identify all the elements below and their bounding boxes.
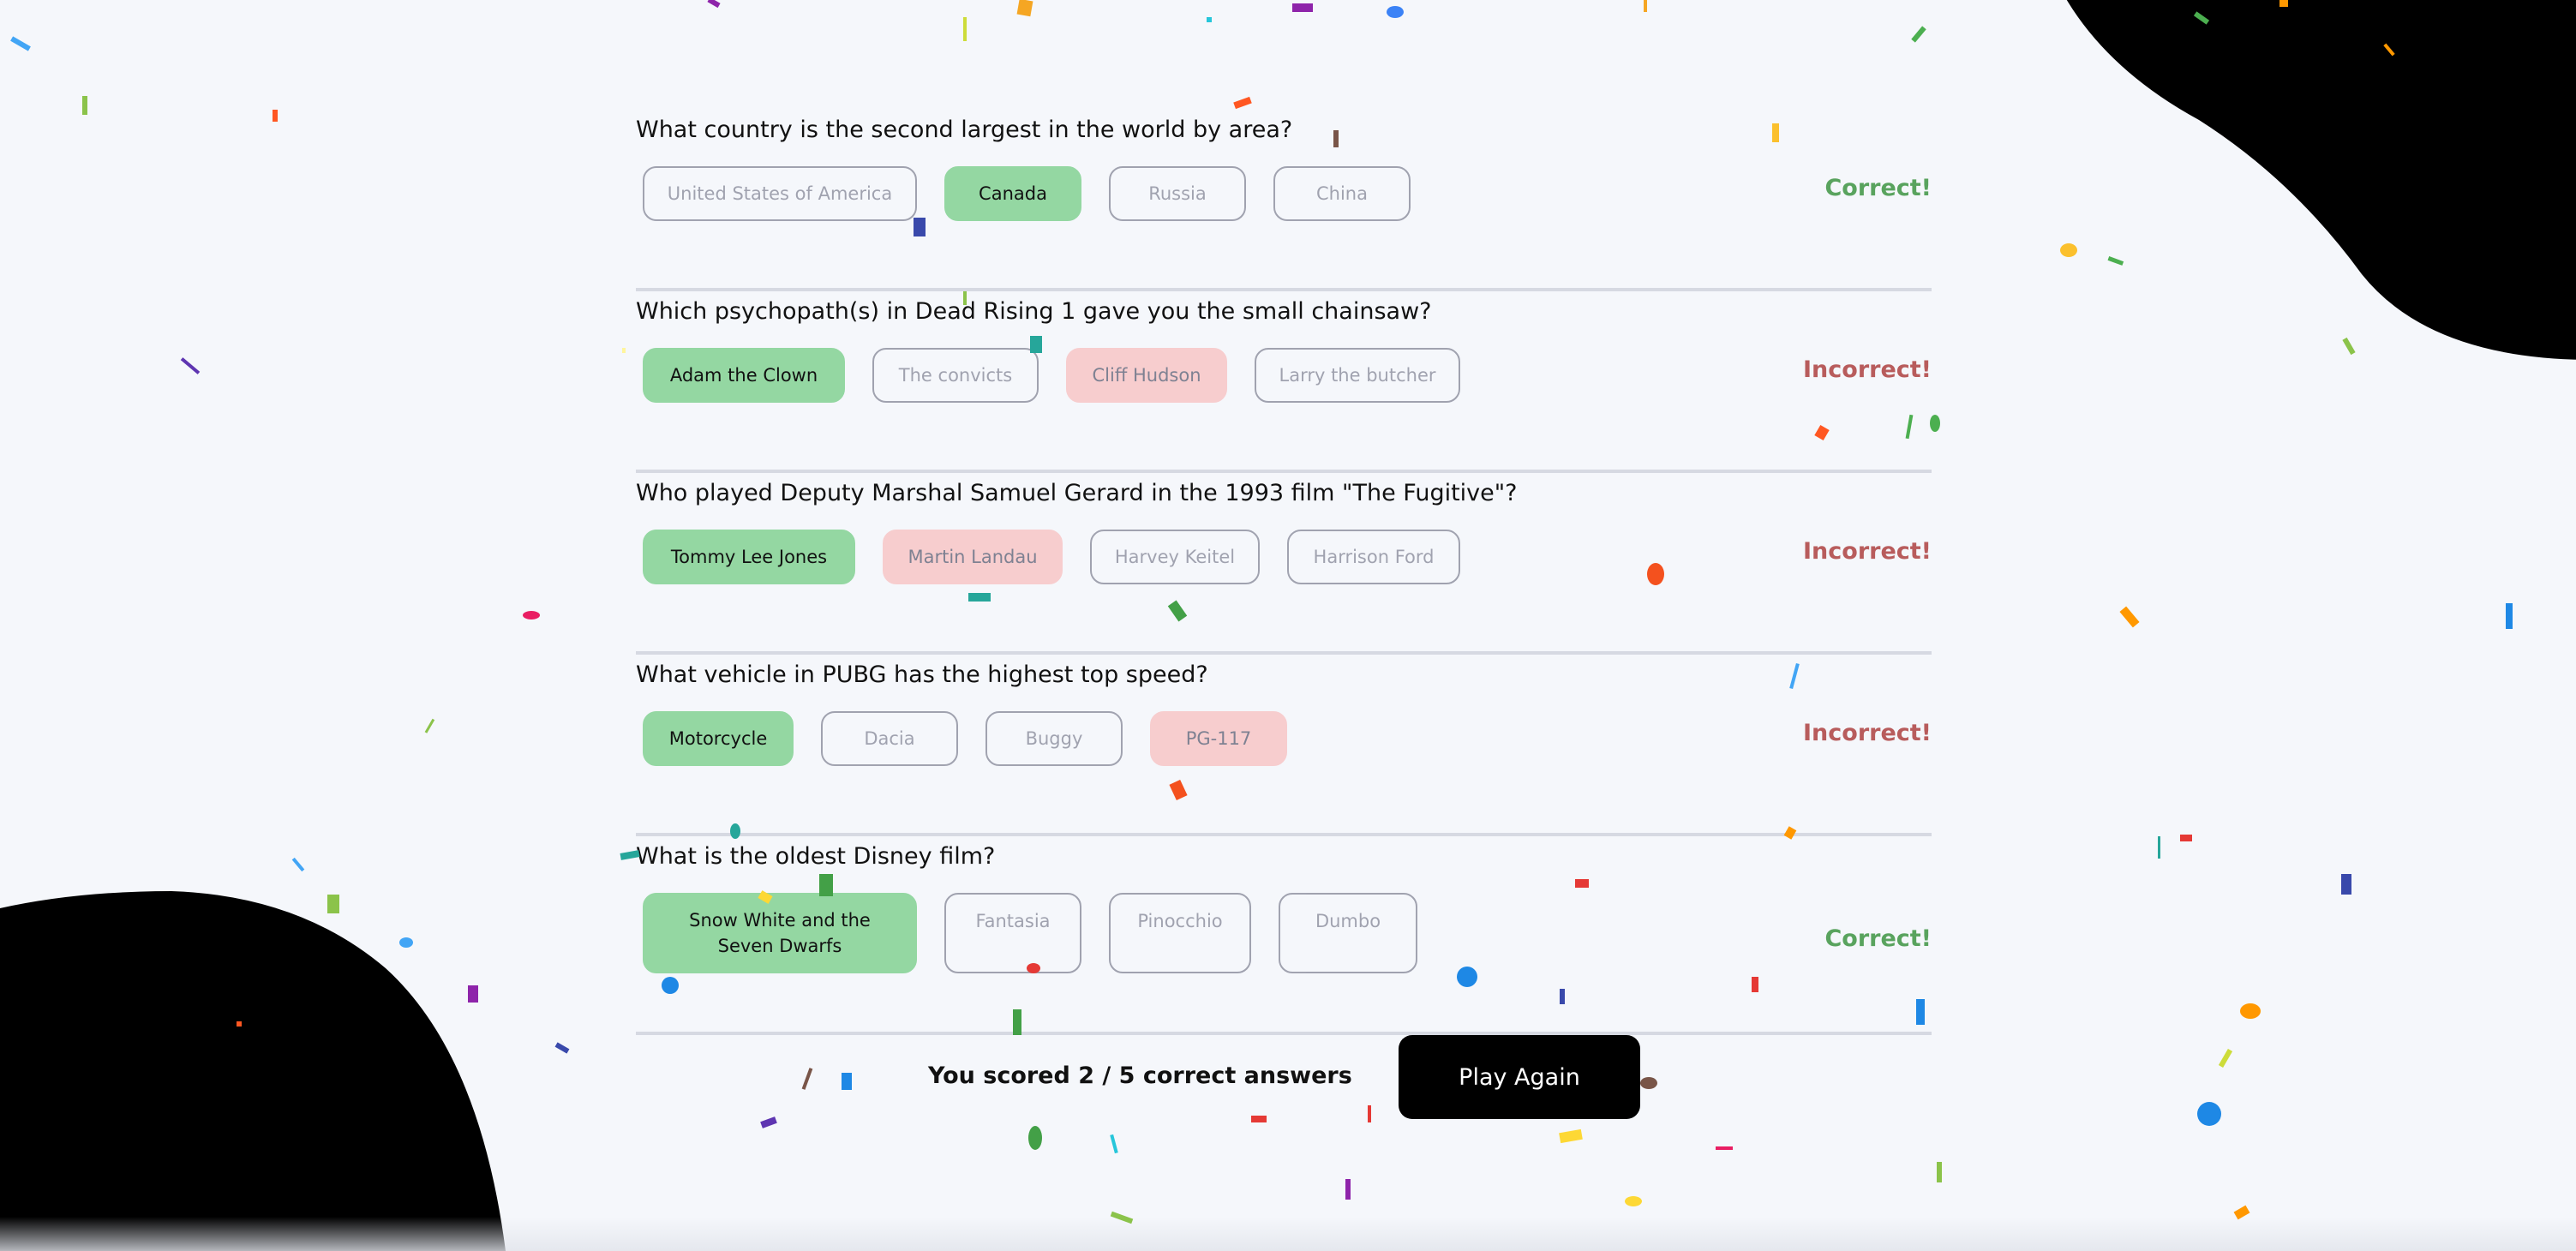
answer-option[interactable]: Pinocchio: [1109, 893, 1251, 973]
question-text: What country is the second largest in th…: [636, 117, 1293, 143]
play-again-button[interactable]: Play Again: [1399, 1035, 1640, 1119]
question-card: Who played Deputy Marshal Samuel Gerard …: [636, 473, 1932, 655]
answer-option[interactable]: China: [1273, 166, 1411, 221]
answer-options: Tommy Lee Jones Martin Landau Harvey Kei…: [643, 530, 1460, 584]
answer-option-correct[interactable]: Tommy Lee Jones: [643, 530, 855, 584]
answer-options: Adam the Clown The convicts Cliff Hudson…: [643, 348, 1460, 403]
question-card: Which psychopath(s) in Dead Rising 1 gav…: [636, 291, 1932, 473]
answer-option-selected-wrong[interactable]: Martin Landau: [883, 530, 1063, 584]
result-label: Correct!: [1824, 175, 1932, 201]
question-card: What vehicle in PUBG has the highest top…: [636, 655, 1932, 836]
answer-options: Snow White and the Seven Dwarfs Fantasia…: [643, 893, 1417, 973]
answer-option-correct[interactable]: Canada: [944, 166, 1081, 221]
answer-option[interactable]: Larry the butcher: [1255, 348, 1460, 403]
answer-option-correct[interactable]: Adam the Clown: [643, 348, 845, 403]
result-label: Correct!: [1824, 925, 1932, 952]
answer-option-selected-wrong[interactable]: Cliff Hudson: [1066, 348, 1227, 403]
question-text: What vehicle in PUBG has the highest top…: [636, 661, 1208, 688]
question-text: Who played Deputy Marshal Samuel Gerard …: [636, 480, 1518, 506]
answer-option-correct[interactable]: Motorcycle: [643, 711, 794, 766]
answer-option[interactable]: The convicts: [872, 348, 1039, 403]
results-footer: You scored 2 / 5 correct answers Play Ag…: [636, 1035, 1932, 1121]
bottom-left-blob: [0, 891, 506, 1251]
top-right-blob: [2066, 0, 2576, 360]
answer-options: Motorcycle Dacia Buggy PG-117: [643, 711, 1287, 766]
question-text: What is the oldest Disney film?: [636, 843, 996, 870]
bottom-fade: [0, 1217, 2576, 1251]
answer-option[interactable]: Harrison Ford: [1287, 530, 1460, 584]
question-card: What is the oldest Disney film? Snow Whi…: [636, 836, 1932, 1035]
answer-option[interactable]: Buggy: [985, 711, 1123, 766]
answer-option[interactable]: Harvey Keitel: [1090, 530, 1260, 584]
result-label: Incorrect!: [1803, 356, 1932, 383]
answer-option[interactable]: Dacia: [821, 711, 958, 766]
quiz-list: What country is the second largest in th…: [636, 110, 1932, 1035]
question-text: Which psychopath(s) in Dead Rising 1 gav…: [636, 298, 1432, 325]
answer-options: United States of America Canada Russia C…: [643, 166, 1411, 221]
question-card: What country is the second largest in th…: [636, 110, 1932, 291]
result-label: Incorrect!: [1803, 720, 1932, 746]
answer-option[interactable]: Fantasia: [944, 893, 1081, 973]
answer-option[interactable]: United States of America: [643, 166, 917, 221]
answer-option-correct[interactable]: Snow White and the Seven Dwarfs: [643, 893, 917, 973]
answer-option-selected-wrong[interactable]: PG-117: [1150, 711, 1287, 766]
answer-option[interactable]: Dumbo: [1279, 893, 1417, 973]
result-label: Incorrect!: [1803, 538, 1932, 565]
answer-option[interactable]: Russia: [1109, 166, 1246, 221]
score-text: You scored 2 / 5 correct answers: [928, 1062, 1352, 1089]
